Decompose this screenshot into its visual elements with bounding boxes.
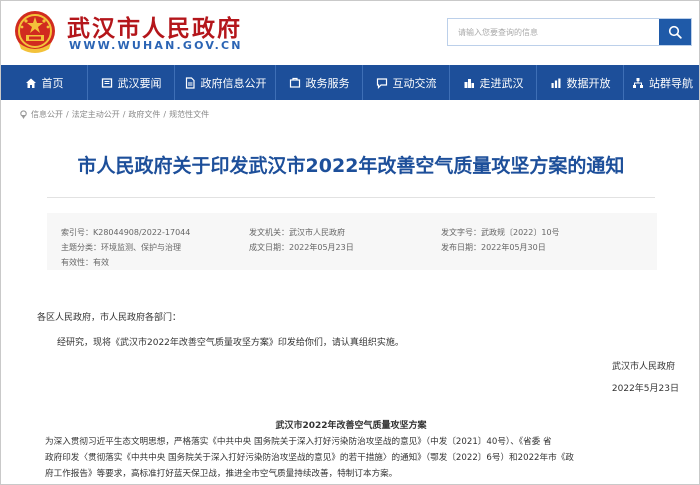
meta-validity: 有效性：有效 xyxy=(61,258,109,267)
meta-published-date: 发布日期：2022年05月30日 xyxy=(441,243,546,252)
breadcrumb-item[interactable]: 法定主动公开 xyxy=(72,109,120,120)
nav-item-about-wuhan[interactable]: 走进武汉 xyxy=(450,65,536,100)
document-title: 市人民政府关于印发武汉市2022年改善空气质量攻坚方案的通知 xyxy=(77,155,625,177)
nav-item-label: 走进武汉 xyxy=(479,76,524,90)
meta-doc-number: 发文字号：武政规〔2022〕10号 xyxy=(441,228,560,237)
site-url: WWW.WUHAN.GOV.CN xyxy=(69,39,243,52)
salutation: 各区人民政府，市人民政府各部门： xyxy=(37,313,182,323)
section-title: 武汉市2022年改善空气质量攻坚方案 xyxy=(275,421,427,431)
search-input[interactable] xyxy=(448,19,660,45)
meta-issuer: 发文机关：武汉市人民政府 xyxy=(249,228,345,237)
nav-item-open-data[interactable]: 数据开放 xyxy=(537,65,623,100)
signature: 武汉市人民政府 xyxy=(611,362,675,372)
breadcrumb-separator: / xyxy=(122,110,126,119)
nav-item-label: 数据开放 xyxy=(566,76,611,90)
breadcrumb: 信息公开 / 法定主动公开 / 政府文件 / 规范性文件 xyxy=(19,109,209,120)
paragraph-line: 府工作报告》等要求，高标准打好蓝天保卫战，推进全市空气质量持续改善，特制订本方案… xyxy=(45,469,398,479)
nav-item-label: 武汉要闻 xyxy=(117,76,162,90)
city-icon xyxy=(464,78,474,88)
breadcrumb-separator: / xyxy=(66,110,69,119)
nav-item-label: 政府信息公开 xyxy=(200,76,267,90)
page-frame: 武汉市人民政府 WWW.WUHAN.GOV.CN 首页 武汉要闻 政府信息公开 xyxy=(0,0,700,485)
body-paragraph: 经研究，现将《武汉市2022年改善空气质量攻坚方案》印发给你们，请认真组织实施。 xyxy=(57,338,404,348)
title-divider xyxy=(47,197,655,198)
nav-item-wuhan-news[interactable]: 武汉要闻 xyxy=(88,65,174,100)
meta-index: 索引号：K28044908/2022-17044 xyxy=(61,228,191,237)
breadcrumb-separator: / xyxy=(163,110,167,119)
home-icon xyxy=(25,78,36,88)
meta-created-date: 成文日期：2022年05月23日 xyxy=(249,243,354,252)
nav-item-label: 互动交流 xyxy=(392,76,437,90)
news-icon xyxy=(101,77,112,88)
nav-item-label: 首页 xyxy=(41,76,64,90)
search-button[interactable] xyxy=(659,19,691,45)
search-box xyxy=(447,18,692,46)
nav-item-label: 站群导航 xyxy=(649,76,693,90)
nav-item-site-navigation[interactable]: 站群导航 xyxy=(624,65,699,100)
sitemap-icon xyxy=(633,77,643,88)
nav-item-label: 政务服务 xyxy=(305,76,350,90)
data-icon xyxy=(551,78,560,88)
nav-item-info-disclosure[interactable]: 政府信息公开 xyxy=(175,65,275,100)
national-emblem-icon[interactable] xyxy=(13,9,57,55)
breadcrumb-item[interactable]: 规范性文件 xyxy=(169,109,209,120)
search-icon xyxy=(668,25,682,39)
nav-item-interaction[interactable]: 互动交流 xyxy=(363,65,449,100)
paragraph-line: 为深入贯彻习近平生态文明思想，严格落实《中共中央 国务院关于深入打好污染防治攻坚… xyxy=(45,437,552,447)
site-header: 武汉市人民政府 WWW.WUHAN.GOV.CN xyxy=(1,1,699,65)
breadcrumb-item[interactable]: 信息公开 xyxy=(31,109,63,120)
paragraph-line: 政府印发〈贯彻落实《中共中央 国务院关于深入打好污染防治攻坚战的意见》的若干措施… xyxy=(45,453,574,463)
meta-subject: 主题分类：环境监测、保护与治理 xyxy=(61,243,181,252)
service-icon xyxy=(289,77,300,88)
nav-item-home[interactable]: 首页 xyxy=(1,65,87,100)
site-title[interactable]: 武汉市人民政府 xyxy=(67,9,242,43)
location-icon xyxy=(20,110,27,119)
nav-item-gov-service[interactable]: 政务服务 xyxy=(276,65,362,100)
breadcrumb-item[interactable]: 政府文件 xyxy=(128,109,160,120)
main-nav: 首页 武汉要闻 政府信息公开 政务服务 互动交流 走进武汉 数据开放 站群导航 xyxy=(1,65,699,100)
document-icon xyxy=(185,76,195,89)
signature-date: 2022年5月23日 xyxy=(611,384,679,394)
chat-icon xyxy=(376,77,387,89)
